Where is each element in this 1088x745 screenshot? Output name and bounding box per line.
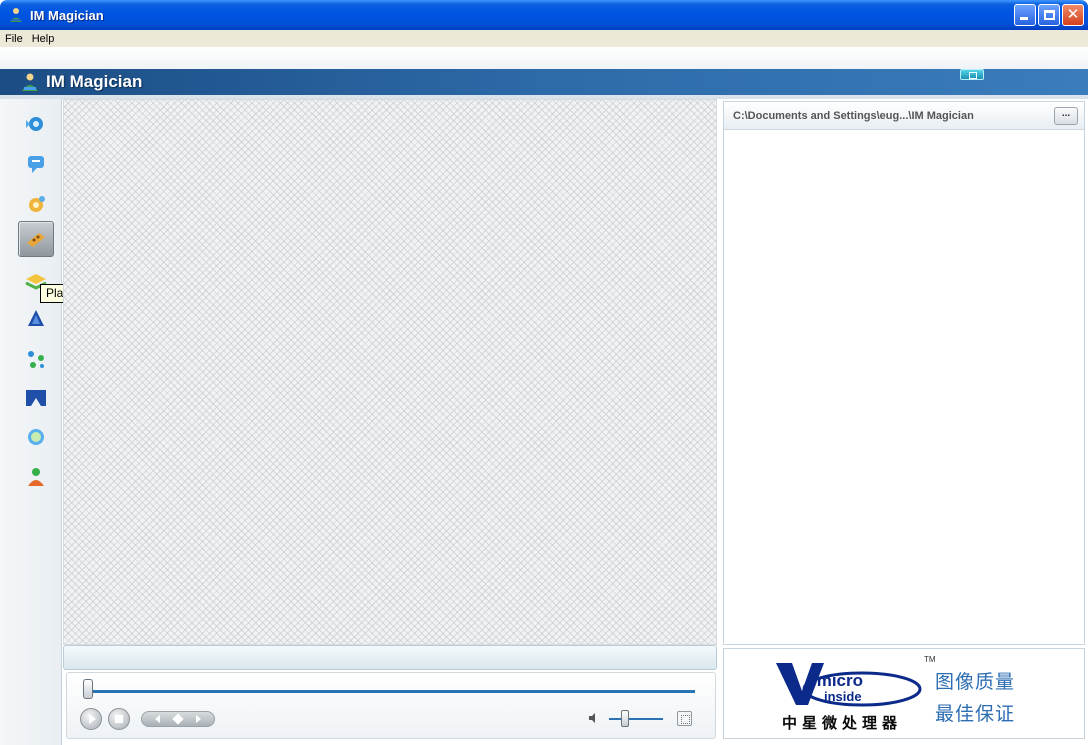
volume-thumb[interactable] — [620, 710, 629, 727]
tool-chat[interactable] — [18, 146, 54, 182]
previous-icon[interactable] — [155, 715, 160, 723]
paint-icon — [28, 310, 44, 326]
volume-slider[interactable] — [609, 718, 663, 720]
tool-user[interactable] — [18, 459, 54, 495]
video-display[interactable] — [63, 99, 717, 645]
menu-help[interactable]: Help — [27, 33, 59, 45]
tool-paint[interactable] — [18, 301, 54, 337]
effects-icon — [29, 196, 45, 212]
vimicro-badge: imicro inside TM 图像质量 最佳保证 中星微处理器 — [723, 648, 1085, 739]
video-status-bar — [63, 645, 717, 670]
tool-frame[interactable] — [18, 379, 54, 415]
tool-lens[interactable] — [18, 419, 54, 455]
slogan-line-2: 最佳保证 — [935, 704, 1016, 725]
window-controls: ✕ — [1014, 4, 1084, 26]
minimize-button[interactable] — [1014, 4, 1036, 26]
minimize-icon — [1020, 17, 1028, 20]
tool-play[interactable] — [18, 221, 54, 257]
app-icon — [10, 8, 22, 22]
trademark: TM — [924, 655, 936, 664]
player-controls — [66, 672, 716, 739]
menu-bar: File Help — [0, 30, 1088, 47]
speaker-icon[interactable] — [588, 712, 600, 724]
frame-icon — [26, 390, 46, 406]
stop-button[interactable] — [108, 708, 130, 730]
seek-bar[interactable] — [83, 690, 695, 693]
play-button[interactable] — [80, 708, 102, 730]
next-icon[interactable] — [196, 715, 201, 723]
inside-word: inside — [824, 689, 862, 704]
navigation-pill[interactable] — [141, 711, 215, 727]
stop-icon — [115, 715, 123, 723]
header-logo: IM Magician — [20, 69, 142, 95]
left-toolbar: Play — [0, 99, 76, 745]
brand-title: IM Magician — [46, 72, 143, 91]
browse-button[interactable]: ... — [1054, 107, 1078, 125]
header-band — [0, 69, 1088, 95]
company-name: 中星微处理器 — [782, 715, 903, 732]
title-bar[interactable]: IM Magician ✕ — [0, 0, 1088, 30]
app-header: IM Magician — [0, 47, 1088, 99]
tool-effects[interactable] — [18, 187, 54, 223]
close-icon: ✕ — [1066, 6, 1080, 23]
window-title: IM Magician — [30, 7, 104, 23]
lens-icon — [28, 429, 44, 445]
close-button[interactable]: ✕ — [1062, 4, 1084, 26]
path-bar: C:\Documents and Settings\eug...\IM Magi… — [724, 102, 1084, 130]
brand-icon — [22, 73, 38, 91]
file-panel: C:\Documents and Settings\eug...\IM Magi… — [723, 101, 1085, 645]
center-icon[interactable] — [172, 713, 184, 725]
chat-icon — [28, 156, 44, 173]
folder-path: C:\Documents and Settings\eug...\IM Magi… — [733, 109, 974, 122]
maximize-button[interactable] — [1038, 4, 1060, 26]
tool-webcam[interactable] — [18, 105, 54, 141]
play-control-icon — [88, 714, 96, 724]
tool-connect[interactable] — [18, 341, 54, 377]
menu-file[interactable]: File — [0, 33, 27, 45]
vimicro-word: imicro — [812, 671, 864, 690]
maximize-icon — [1044, 10, 1055, 20]
mini-mode-button[interactable] — [960, 69, 984, 80]
user-icon — [28, 468, 44, 486]
fullscreen-button[interactable] — [677, 711, 692, 726]
seek-thumb[interactable] — [83, 679, 93, 699]
webcam-icon — [26, 117, 43, 131]
connect-icon — [28, 351, 44, 368]
play-icon — [27, 233, 45, 247]
slogan-line-1: 图像质量 — [935, 672, 1016, 693]
